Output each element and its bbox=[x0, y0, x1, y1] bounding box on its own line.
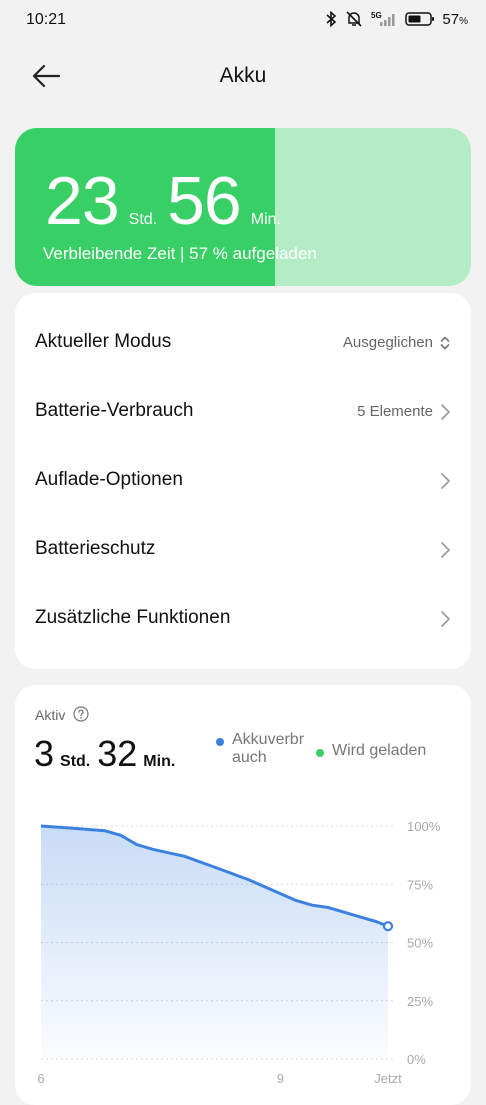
battery-level-chart: 100% 75% 50% 25% 0% 6 9 Jetzt bbox=[15, 685, 471, 1105]
menu-item-label: Auflade-Optionen bbox=[35, 469, 183, 491]
x-tick-label: Jetzt bbox=[374, 1071, 402, 1086]
chevron-up-down-icon bbox=[439, 334, 451, 352]
menu-item-label: Batterie-Verbrauch bbox=[35, 400, 193, 422]
hours-unit: Std. bbox=[129, 211, 157, 229]
minutes-unit: Min. bbox=[251, 211, 281, 229]
menu-item-label: Zusätzliche Funktionen bbox=[35, 607, 230, 629]
status-bar: 10:21 5G 57% bbox=[0, 0, 486, 42]
header: Akku bbox=[0, 50, 486, 106]
menu-item-batterieschutz[interactable]: Batterieschutz bbox=[15, 520, 471, 580]
chevron-right-icon bbox=[439, 610, 451, 628]
remaining-time: 23 Std. 56 Min. bbox=[45, 162, 291, 240]
y-tick-label: 75% bbox=[407, 877, 433, 892]
battery-percent: 57% bbox=[442, 11, 468, 28]
status-icons: 5G 57% bbox=[324, 10, 468, 28]
svg-text:5G: 5G bbox=[371, 11, 382, 20]
status-time: 10:21 bbox=[26, 11, 66, 29]
battery-usage-card: Aktiv 3 Std. 32 Min. Akkuverbrauch Wird … bbox=[15, 685, 471, 1105]
y-tick-label: 25% bbox=[407, 994, 433, 1009]
mute-bell-icon bbox=[345, 10, 363, 28]
y-tick-label: 50% bbox=[407, 936, 433, 951]
menu-item-value: 5 Elemente bbox=[357, 403, 433, 420]
menu-item-value: Ausgeglichen bbox=[343, 334, 433, 351]
battery-icon bbox=[405, 11, 435, 27]
x-tick-label: 9 bbox=[277, 1071, 284, 1086]
menu-item-label: Batterieschutz bbox=[35, 538, 155, 560]
y-tick-label: 0% bbox=[407, 1052, 426, 1067]
y-tick-label: 100% bbox=[407, 819, 441, 834]
remaining-minutes: 56 bbox=[167, 162, 241, 240]
battery-settings-list: Aktueller Modus Ausgeglichen Batterie-Ve… bbox=[15, 293, 471, 669]
chevron-right-icon bbox=[439, 541, 451, 559]
menu-item-label: Aktueller Modus bbox=[35, 331, 171, 353]
menu-item-zusaetzliche-funktionen[interactable]: Zusätzliche Funktionen bbox=[15, 589, 471, 649]
x-tick-label: 6 bbox=[37, 1071, 44, 1086]
menu-item-aktueller-modus[interactable]: Aktueller Modus Ausgeglichen bbox=[15, 313, 471, 373]
chevron-right-icon bbox=[439, 472, 451, 490]
page-title: Akku bbox=[0, 64, 486, 88]
current-level-marker bbox=[384, 922, 392, 930]
chevron-right-icon bbox=[439, 403, 451, 421]
bluetooth-icon bbox=[324, 10, 338, 28]
remaining-subtitle: Verbleibende Zeit | 57 % aufgeladen bbox=[43, 244, 317, 264]
series-area bbox=[41, 826, 388, 1059]
menu-item-auflade-optionen[interactable]: Auflade-Optionen bbox=[15, 451, 471, 511]
signal-icon: 5G bbox=[370, 10, 398, 28]
remaining-hours: 23 bbox=[45, 162, 119, 240]
menu-item-batterie-verbrauch[interactable]: Batterie-Verbrauch 5 Elemente bbox=[15, 382, 471, 442]
battery-status-card: 23 Std. 56 Min. Verbleibende Zeit | 57 %… bbox=[15, 128, 471, 286]
